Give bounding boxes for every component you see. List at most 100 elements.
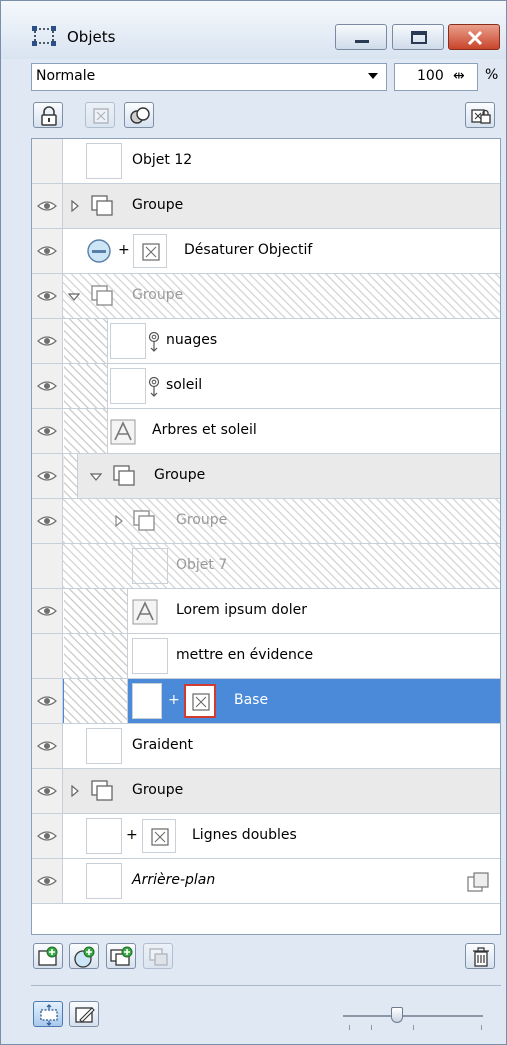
clip-icon <box>148 331 160 352</box>
list-item[interactable]: Lorem ipsum doler <box>32 589 500 634</box>
delete-button[interactable] <box>465 943 495 969</box>
list-item[interactable]: Groupe <box>32 454 500 499</box>
combine-icon <box>130 107 150 124</box>
collapse-arrow-icon[interactable] <box>68 292 80 302</box>
thumbnail-size-slider[interactable] <box>343 1015 483 1017</box>
group-icon <box>91 780 113 801</box>
options-button[interactable] <box>465 102 495 128</box>
visibility-toggle[interactable] <box>32 454 63 498</box>
opacity-unit: % <box>485 67 499 83</box>
object-thumbnail <box>86 818 122 854</box>
visibility-toggle[interactable] <box>32 274 63 318</box>
objects-list[interactable]: Objet 12 Groupe + Désaturer Objectif Gro… <box>31 138 501 935</box>
list-item[interactable]: + Base <box>32 679 500 724</box>
expand-arrow-icon[interactable] <box>70 200 80 212</box>
edit-view-button[interactable] <box>69 1001 99 1027</box>
list-item[interactable]: + Lignes doubles <box>32 814 500 859</box>
eye-icon <box>37 606 57 616</box>
visibility-toggle[interactable] <box>32 769 63 813</box>
mask-button[interactable] <box>85 102 115 128</box>
list-item[interactable]: nuages <box>32 319 500 364</box>
edit-view-icon <box>75 1007 95 1023</box>
mask-icon <box>93 108 109 124</box>
chevron-down-icon <box>368 73 378 79</box>
object-thumbnail <box>133 234 167 268</box>
slider-tick <box>413 1025 414 1030</box>
list-item[interactable]: Objet 7 <box>32 544 500 589</box>
object-thumbnail <box>110 323 146 359</box>
mask-icon <box>192 693 210 711</box>
new-group-button[interactable] <box>106 943 136 969</box>
plus-icon: + <box>118 242 130 258</box>
minimize-button[interactable] <box>335 24 387 50</box>
fit-view-button[interactable] <box>33 1001 63 1027</box>
list-item[interactable]: Groupe <box>32 499 500 544</box>
visibility-toggle[interactable] <box>32 229 63 273</box>
close-button[interactable] <box>448 24 500 50</box>
mask-thumbnail[interactable] <box>184 684 216 718</box>
object-label: Arrière-plan <box>132 872 216 888</box>
collapse-arrow-icon[interactable] <box>90 472 102 482</box>
expand-arrow-icon[interactable] <box>70 785 80 797</box>
object-label: Lorem ipsum doler <box>176 602 308 618</box>
eye-icon <box>37 516 57 526</box>
list-item[interactable]: + Désaturer Objectif <box>32 229 500 274</box>
blend-mode-select[interactable]: Normale <box>31 63 387 91</box>
objects-panel: Objets Normale 100 ⇹ % Objet 12 Groupe +… <box>0 0 507 1045</box>
objects-panel-icon <box>32 26 56 46</box>
visibility-toggle[interactable] <box>32 319 63 363</box>
visibility-toggle[interactable] <box>32 814 63 858</box>
object-label: Graident <box>132 737 193 753</box>
lock-button[interactable] <box>33 102 63 128</box>
eye-icon <box>37 291 57 301</box>
list-item[interactable]: mettre en évidence <box>32 634 500 679</box>
list-item[interactable]: Groupe <box>32 184 500 229</box>
eye-icon <box>37 786 57 796</box>
object-label: Base <box>234 692 269 708</box>
visibility-toggle[interactable] <box>32 679 63 723</box>
object-thumbnail <box>86 143 122 179</box>
visibility-toggle[interactable] <box>32 544 63 588</box>
visibility-toggle[interactable] <box>32 634 63 678</box>
slider-tick <box>349 1025 350 1030</box>
indent-guide <box>64 364 108 408</box>
mask-icon <box>151 828 169 846</box>
object-thumbnail <box>86 728 122 764</box>
object-thumbnail <box>86 863 122 899</box>
object-label: nuages <box>166 332 218 348</box>
visibility-toggle[interactable] <box>32 409 63 453</box>
list-item[interactable]: Graident <box>32 724 500 769</box>
group-icon <box>133 510 155 531</box>
list-item[interactable]: Arbres et soleil <box>32 409 500 454</box>
expand-arrow-icon[interactable] <box>114 515 124 527</box>
visibility-toggle[interactable] <box>32 139 63 183</box>
new-effect-button[interactable] <box>69 943 99 969</box>
mask-icon <box>142 243 160 261</box>
opacity-field[interactable]: 100 ⇹ <box>394 63 478 91</box>
list-item[interactable]: Groupe <box>32 769 500 814</box>
new-object-button[interactable] <box>33 943 63 969</box>
merge-button[interactable] <box>143 943 173 969</box>
visibility-toggle[interactable] <box>32 184 63 228</box>
indent-guide <box>64 589 128 633</box>
visibility-toggle[interactable] <box>32 364 63 408</box>
maximize-button[interactable] <box>392 24 444 50</box>
visibility-toggle[interactable] <box>32 499 63 543</box>
merge-icon <box>149 948 168 966</box>
list-item[interactable]: Arrière-plan <box>32 859 500 904</box>
object-label: Objet 7 <box>176 557 228 573</box>
title-bar[interactable]: Objets <box>1 1 506 59</box>
visibility-toggle[interactable] <box>32 724 63 768</box>
list-item[interactable]: Objet 12 <box>32 139 500 184</box>
list-item[interactable]: Groupe <box>32 274 500 319</box>
indent-guide <box>64 454 78 498</box>
visibility-toggle[interactable] <box>32 589 63 633</box>
object-label: Groupe <box>176 512 228 528</box>
lock-icon <box>41 106 57 126</box>
slider-handle[interactable] <box>391 1007 403 1023</box>
list-item[interactable]: soleil <box>32 364 500 409</box>
combine-button[interactable] <box>124 102 154 128</box>
visibility-toggle[interactable] <box>32 859 63 903</box>
opacity-value: 100 <box>417 68 444 84</box>
opacity-spinner-icon[interactable]: ⇹ <box>453 68 465 84</box>
